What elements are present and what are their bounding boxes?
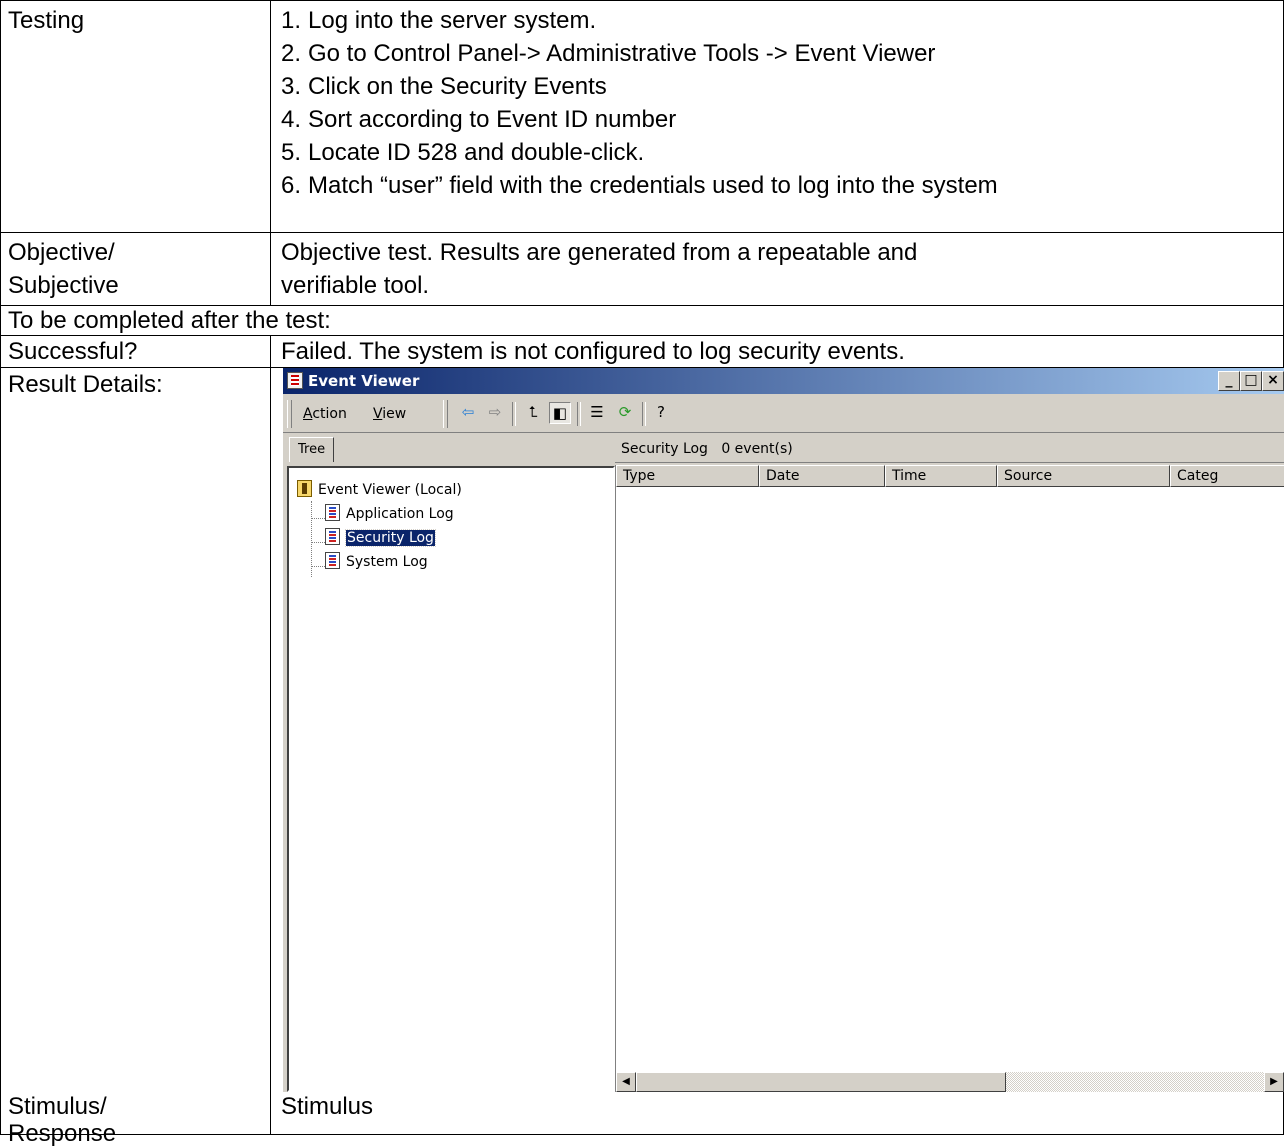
- event-count: 0 event(s): [721, 441, 793, 457]
- step-number: 6.: [281, 172, 302, 199]
- step-item: 3. Click on the Security Events: [281, 70, 1283, 103]
- tree-tab-bar: Tree: [283, 433, 615, 465]
- properties-icon[interactable]: ☰: [586, 402, 608, 424]
- scroll-right-icon[interactable]: ▶: [1264, 1072, 1284, 1092]
- tree-connector: [311, 542, 325, 543]
- step-number: 2.: [281, 40, 302, 67]
- objective-label-line1: Objective/: [8, 239, 115, 266]
- tree-node-system-log[interactable]: System Log: [325, 552, 428, 571]
- tab-tree[interactable]: Tree: [289, 437, 335, 462]
- step-number: 4.: [281, 106, 302, 133]
- testing-label: Testing: [1, 1, 271, 232]
- menu-view-label: View: [373, 406, 407, 422]
- step-item: 1. Log into the server system.: [281, 4, 1283, 37]
- event-viewer-icon: [287, 372, 303, 389]
- event-viewer-root-icon: [297, 480, 312, 497]
- column-header-date[interactable]: Date: [759, 465, 885, 487]
- tree-node-root-label: Event Viewer (Local): [318, 482, 462, 498]
- step-item: 6. Match “user” field with the credential…: [281, 169, 1283, 202]
- tree-node-label: Security Log: [345, 529, 436, 547]
- log-icon: [325, 528, 340, 545]
- scroll-left-icon[interactable]: ◀: [616, 1072, 636, 1092]
- list-title: Security Log: [621, 441, 708, 457]
- step-text: Click on the Security Events: [308, 73, 607, 100]
- step-text: Log into the server system.: [308, 7, 597, 34]
- menu-action-label: Action: [303, 406, 347, 422]
- window-title: Event Viewer: [308, 372, 420, 390]
- toolbar-grip: [287, 400, 292, 428]
- tree-node-label: System Log: [346, 554, 428, 570]
- show-tree-icon[interactable]: ◧: [549, 402, 571, 424]
- stimulus-label: Stimulus/ Response: [1, 1093, 271, 1147]
- menu-toolbar: Action View ⇦ ⇨ ⮤ ◧ ☰ ⟳ ?: [283, 394, 1284, 433]
- menu-view[interactable]: View: [373, 405, 406, 423]
- toolbar-grip: [443, 400, 448, 428]
- step-text: Match “user” field with the credentials …: [308, 172, 998, 199]
- objective-label: Objective/ Subjective: [1, 233, 271, 305]
- tree-connector: [311, 566, 325, 567]
- toolbar-separator: [642, 402, 646, 426]
- objective-value: Objective test. Results are generated fr…: [272, 233, 1283, 305]
- objective-value-line2: verifiable tool.: [281, 272, 430, 299]
- tree-node-label: Application Log: [346, 506, 454, 522]
- menu-action[interactable]: Action: [303, 405, 347, 423]
- tree-node-security-log[interactable]: Security Log: [325, 528, 436, 547]
- stimulus-value: Stimulus: [281, 1093, 374, 1120]
- column-header-source[interactable]: Source: [997, 465, 1170, 487]
- column-header-type[interactable]: Type: [616, 465, 759, 487]
- step-number: 5.: [281, 139, 302, 166]
- details-header: Security Log 0 event(s): [615, 436, 1284, 463]
- window-controls: _ □ ×: [1218, 371, 1284, 391]
- step-item: 2. Go to Control Panel-> Administrative T…: [281, 37, 1283, 70]
- toolbar-separator: [512, 402, 516, 426]
- after-test-row: To be completed after the test:: [0, 305, 1284, 335]
- step-number: 1.: [281, 7, 302, 34]
- minimize-button[interactable]: _: [1218, 371, 1240, 391]
- step-item: 5. Locate ID 528 and double-click.: [281, 136, 1283, 169]
- objective-row: Objective/ Subjective Objective test. Re…: [0, 232, 1284, 305]
- refresh-icon[interactable]: ⟳: [614, 402, 636, 424]
- objective-value-line1: Objective test. Results are generated fr…: [281, 239, 918, 266]
- console-tree: Event Viewer (Local) Application Log Sec…: [287, 466, 615, 1092]
- testing-steps: 1. Log into the server system. 2. Go to Con…: [272, 1, 1283, 232]
- step-number: 3.: [281, 73, 302, 100]
- event-list[interactable]: Type Date Time Source Categ ◀ ▶: [615, 465, 1284, 1092]
- horizontal-scrollbar[interactable]: ◀ ▶: [616, 1072, 1284, 1092]
- objective-label-line2: Subjective: [8, 272, 119, 299]
- step-text: Go to Control Panel-> Administrative Too…: [308, 40, 936, 67]
- tree-node-application-log[interactable]: Application Log: [325, 504, 454, 523]
- close-button[interactable]: ×: [1262, 371, 1284, 391]
- stimulus-row: Stimulus/ Response Stimulus: [0, 1093, 1284, 1147]
- toolbar-separator: [577, 402, 581, 426]
- successful-label: Successful?: [1, 336, 271, 367]
- back-arrow-icon[interactable]: ⇦: [457, 402, 479, 424]
- maximize-button[interactable]: □: [1240, 371, 1262, 391]
- tree-connector: [311, 518, 325, 519]
- column-header-category[interactable]: Categ: [1170, 465, 1284, 487]
- stimulus-label-line2: Response: [8, 1120, 117, 1147]
- after-test-heading: To be completed after the test:: [8, 307, 331, 334]
- details-pane: Security Log 0 event(s) Type Date Time S…: [615, 433, 1284, 1092]
- successful-row: Successful? Failed. The system is not co…: [0, 335, 1284, 367]
- forward-arrow-icon[interactable]: ⇨: [484, 402, 506, 424]
- successful-value: Failed. The system is not configured to …: [281, 338, 905, 365]
- stimulus-label-line1: Stimulus/: [8, 1093, 107, 1120]
- log-icon: [325, 504, 340, 521]
- up-folder-icon[interactable]: ⮤: [522, 402, 544, 424]
- column-header-time[interactable]: Time: [885, 465, 997, 487]
- tree-node-root[interactable]: Event Viewer (Local): [297, 480, 462, 499]
- testing-row: Testing 1. Log into the server system. 2. G…: [0, 0, 1284, 232]
- result-details-label: Result Details:: [1, 368, 271, 1093]
- step-text: Locate ID 528 and double-click.: [308, 139, 645, 166]
- step-text: Sort according to Event ID number: [308, 106, 677, 133]
- event-viewer-window: Event Viewer _ □ × Action View ⇦ ⇨ ⮤ ◧ ☰…: [283, 368, 1284, 1092]
- scroll-thumb[interactable]: [636, 1072, 1006, 1092]
- help-icon[interactable]: ?: [650, 402, 672, 424]
- step-item: 4. Sort according to Event ID number: [281, 103, 1283, 136]
- steps-list: 1. Log into the server system. 2. Go to Con…: [281, 4, 1283, 202]
- log-icon: [325, 552, 340, 569]
- title-bar: Event Viewer _ □ ×: [283, 368, 1284, 394]
